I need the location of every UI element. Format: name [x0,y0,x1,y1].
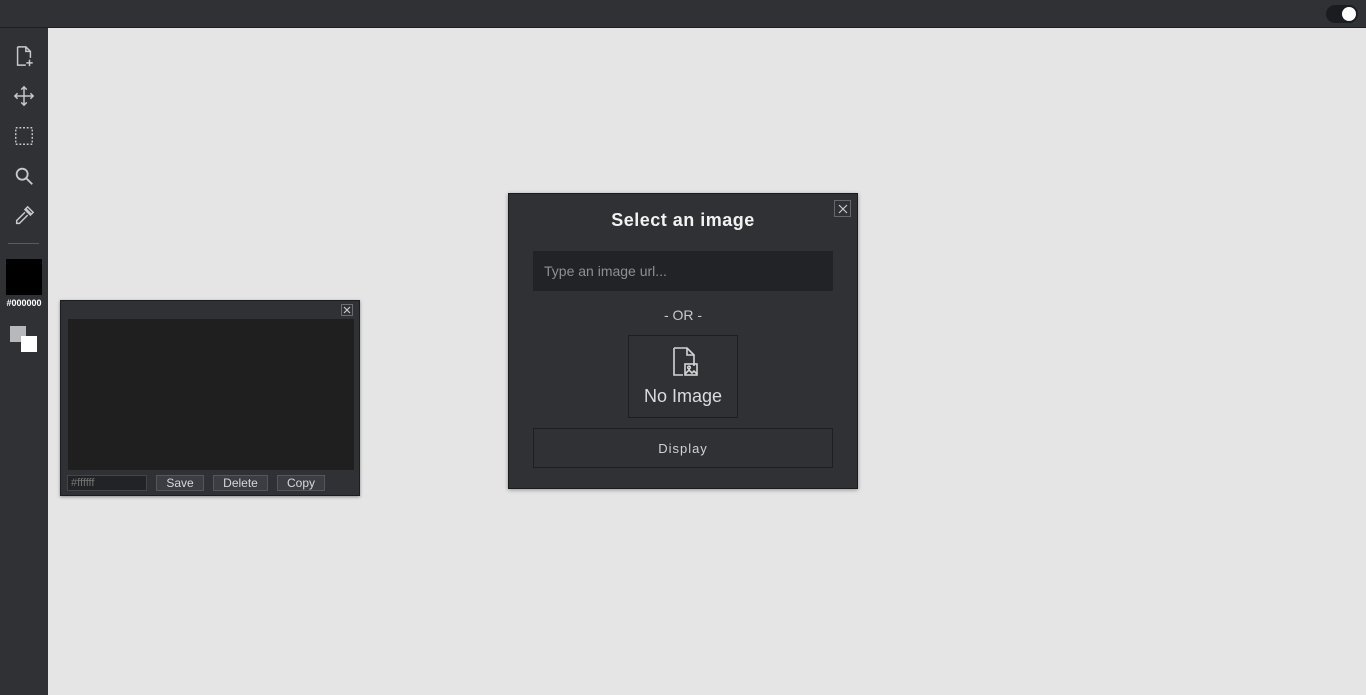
swap-colors-control[interactable] [10,326,38,352]
close-icon [343,306,351,314]
palette-save-button[interactable]: Save [156,475,204,491]
palette-panel: Save Delete Copy [60,300,360,496]
palette-copy-button[interactable]: Copy [277,475,325,491]
eyedropper-tool[interactable] [9,201,39,231]
file-picker-button[interactable]: No Image [628,335,738,418]
palette-close-button[interactable] [341,304,353,316]
dialog-title: Select an image [611,210,755,230]
move-arrows-icon [13,85,35,107]
marquee-select-icon [15,127,33,145]
primary-color-label: #000000 [6,298,42,308]
top-bar [0,0,1366,28]
new-file-tool[interactable] [9,41,39,71]
eyedropper-icon [15,205,35,225]
image-file-icon [673,347,698,376]
toolbar-divider [8,243,39,244]
select-tool[interactable] [9,121,39,151]
tool-sidebar: #000000 [0,28,48,695]
display-button[interactable]: Display [533,428,833,468]
palette-delete-button[interactable]: Delete [213,475,268,491]
select-image-dialog: Select an image - OR - No Image Display [508,193,858,489]
or-separator: - OR - [663,307,703,323]
primary-color-swatch[interactable] [6,259,42,295]
palette-color-area[interactable] [68,319,354,470]
magnifier-icon [15,167,33,185]
zoom-tool[interactable] [9,161,39,191]
toggle-knob [1342,7,1356,21]
theme-toggle[interactable] [1326,5,1358,23]
move-tool[interactable] [9,81,39,111]
image-url-input[interactable] [533,251,833,291]
no-image-label: No Image [643,386,723,406]
foreground-color-swatch [21,336,37,352]
palette-hex-input[interactable] [67,475,147,491]
file-plus-icon [16,46,33,67]
